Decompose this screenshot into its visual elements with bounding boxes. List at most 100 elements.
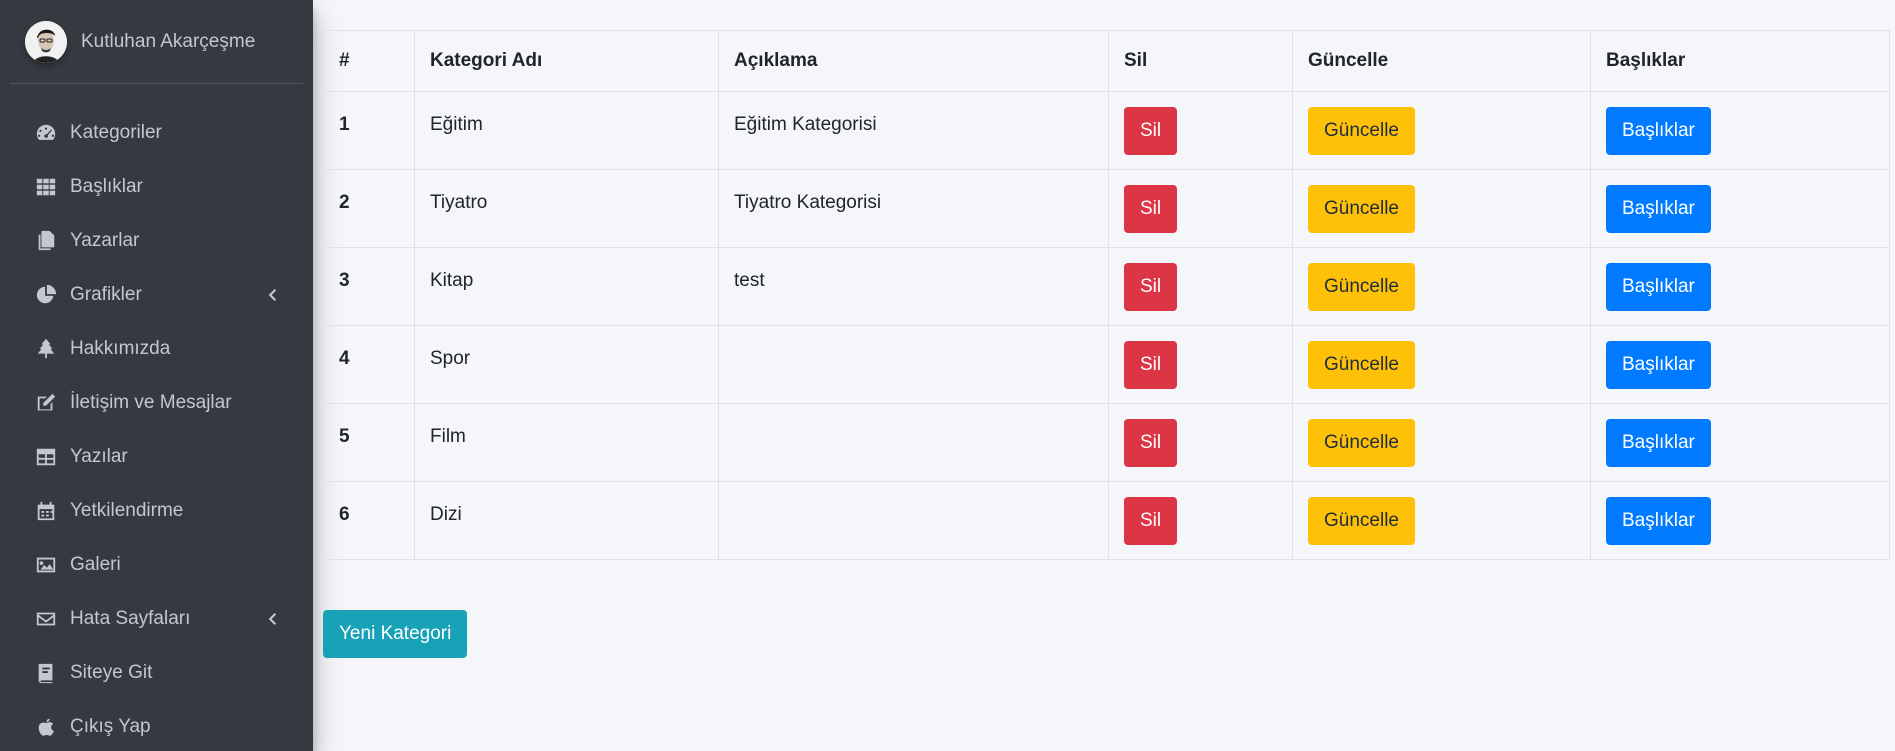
row-number: 2 — [323, 169, 415, 248]
delete-button[interactable]: Sil — [1124, 419, 1178, 467]
book-icon — [34, 661, 58, 685]
column-header-description: Açıklama — [718, 30, 1109, 92]
sidebar-item-hata-sayfalari[interactable]: Hata Sayfaları — [10, 592, 303, 646]
chevron-left-icon — [263, 609, 281, 629]
sidebar-item-siteye-git[interactable]: Siteye Git — [10, 646, 303, 700]
sidebar-item-cikis-yap[interactable]: Çıkış Yap — [10, 700, 303, 751]
sidebar-item-iletisim-ve-mesajlar[interactable]: İletişim ve Mesajlar — [10, 376, 303, 430]
titles-cell: Başlıklar — [1590, 247, 1890, 326]
sidebar-item-kategoriler[interactable]: Kategoriler — [10, 106, 303, 160]
sidebar-item-label: Hata Sayfaları — [70, 608, 191, 629]
avatar — [25, 20, 67, 63]
titles-cell: Başlıklar — [1590, 403, 1890, 482]
titles-cell: Başlıklar — [1590, 481, 1890, 560]
titles-button[interactable]: Başlıklar — [1606, 263, 1711, 311]
sidebar-item-galeri[interactable]: Galeri — [10, 538, 303, 592]
column-header-update: Güncelle — [1292, 30, 1591, 92]
tree-icon — [34, 337, 58, 361]
delete-button[interactable]: Sil — [1124, 341, 1178, 389]
envelope-icon — [34, 607, 58, 631]
copy-icon — [34, 229, 58, 253]
titles-cell: Başlıklar — [1590, 325, 1890, 404]
apple-icon — [34, 715, 58, 739]
update-cell: Güncelle — [1292, 481, 1591, 560]
row-number: 4 — [323, 325, 415, 404]
category-name: Film — [414, 403, 719, 482]
sidebar-item-grafikler[interactable]: Grafikler — [10, 268, 303, 322]
update-cell: Güncelle — [1292, 247, 1591, 326]
column-header-number: # — [323, 30, 415, 92]
category-name: Tiyatro — [414, 169, 719, 248]
sidebar-item-hakkimizda[interactable]: Hakkımızda — [10, 322, 303, 376]
titles-button[interactable]: Başlıklar — [1606, 107, 1711, 155]
delete-cell: Sil — [1108, 403, 1293, 482]
delete-cell: Sil — [1108, 91, 1293, 170]
sidebar-item-label: İletişim ve Mesajlar — [70, 392, 232, 413]
category-name: Eğitim — [414, 91, 719, 170]
pie-chart-icon — [34, 283, 58, 307]
sidebar-item-yazarlar[interactable]: Yazarlar — [10, 214, 303, 268]
new-category-button[interactable]: Yeni Kategori — [323, 610, 468, 658]
delete-cell: Sil — [1108, 169, 1293, 248]
sidebar-item-label: Hakkımızda — [70, 338, 171, 359]
titles-cell: Başlıklar — [1590, 169, 1890, 248]
delete-button[interactable]: Sil — [1124, 497, 1178, 545]
category-name: Kitap — [414, 247, 719, 326]
sidebar-item-label: Çıkış Yap — [70, 716, 151, 737]
edit-icon — [34, 391, 58, 415]
titles-button[interactable]: Başlıklar — [1606, 419, 1711, 467]
tachometer-icon — [34, 121, 58, 145]
sidebar-item-yetkilendirme[interactable]: Yetkilendirme — [10, 484, 303, 538]
update-button[interactable]: Güncelle — [1308, 185, 1415, 233]
category-description — [718, 325, 1109, 404]
table-row: 2 Tiyatro Tiyatro Kategorisi Sil Güncelle Baş… — [323, 169, 1890, 248]
category-description — [718, 481, 1109, 560]
table-row: 4 Spor Sil Güncelle Başlıklar — [323, 325, 1890, 404]
main-content: # Kategori Adı Açıklama Sil Güncelle Baş… — [313, 0, 1895, 751]
table-row: 1 Eğitim Eğitim Kategorisi Sil Güncelle Başlı… — [323, 91, 1890, 170]
sidebar-item-yazilar[interactable]: Yazılar — [10, 430, 303, 484]
update-cell: Güncelle — [1292, 169, 1591, 248]
delete-button[interactable]: Sil — [1124, 263, 1178, 311]
titles-button[interactable]: Başlıklar — [1606, 497, 1711, 545]
sidebar-item-label: Kategoriler — [70, 122, 162, 143]
image-icon — [34, 553, 58, 577]
column-header-titles: Başlıklar — [1590, 30, 1890, 92]
row-number: 5 — [323, 403, 415, 482]
category-description: Eğitim Kategorisi — [718, 91, 1109, 170]
sidebar-item-basliklar[interactable]: Başlıklar — [10, 160, 303, 214]
delete-button[interactable]: Sil — [1124, 185, 1178, 233]
update-cell: Güncelle — [1292, 403, 1591, 482]
update-button[interactable]: Güncelle — [1308, 419, 1415, 467]
category-description — [718, 403, 1109, 482]
grid-icon — [34, 175, 58, 199]
delete-button[interactable]: Sil — [1124, 107, 1178, 155]
update-button[interactable]: Güncelle — [1308, 341, 1415, 389]
update-button[interactable]: Güncelle — [1308, 107, 1415, 155]
update-button[interactable]: Güncelle — [1308, 497, 1415, 545]
user-panel[interactable]: Kutluhan Akarçeşme — [10, 0, 303, 84]
sidebar-item-label: Grafikler — [70, 284, 142, 305]
sidebar-nav: Kategoriler Başlıklar Yazarlar Grafikler Hak… — [0, 106, 313, 751]
table-icon — [34, 445, 58, 469]
column-header-delete: Sil — [1108, 30, 1293, 92]
category-description: test — [718, 247, 1109, 326]
calendar-icon — [34, 499, 58, 523]
sidebar-item-label: Yazarlar — [70, 230, 140, 251]
row-number: 6 — [323, 481, 415, 560]
titles-button[interactable]: Başlıklar — [1606, 185, 1711, 233]
chevron-left-icon — [263, 285, 281, 305]
category-name: Spor — [414, 325, 719, 404]
category-description: Tiyatro Kategorisi — [718, 169, 1109, 248]
row-number: 1 — [323, 91, 415, 170]
delete-cell: Sil — [1108, 247, 1293, 326]
delete-cell: Sil — [1108, 325, 1293, 404]
column-header-category-name: Kategori Adı — [414, 30, 719, 92]
categories-table: # Kategori Adı Açıklama Sil Güncelle Baş… — [323, 30, 1890, 560]
table-header-row: # Kategori Adı Açıklama Sil Güncelle Baş… — [323, 30, 1890, 92]
titles-button[interactable]: Başlıklar — [1606, 341, 1711, 389]
sidebar-item-label: Yetkilendirme — [70, 500, 184, 521]
category-name: Dizi — [414, 481, 719, 560]
update-button[interactable]: Güncelle — [1308, 263, 1415, 311]
row-number: 3 — [323, 247, 415, 326]
